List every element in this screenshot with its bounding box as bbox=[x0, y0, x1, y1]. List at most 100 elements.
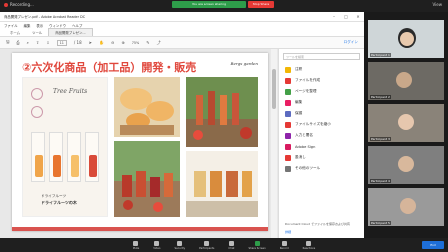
tab-bar: ホーム ツール 商品開発プレゼン... bbox=[0, 28, 364, 37]
video-tile-3[interactable]: Participant 3 bbox=[368, 104, 444, 142]
minimize-icon[interactable]: – bbox=[328, 14, 340, 19]
tool-create-pdf[interactable]: ファイルを作成 bbox=[279, 75, 364, 86]
next-page-icon[interactable]: ⇩ bbox=[46, 40, 49, 45]
tab-tools[interactable]: ツール bbox=[26, 29, 48, 36]
comment-icon[interactable]: ✎ bbox=[146, 40, 149, 45]
reactions-button[interactable]: Reactions bbox=[303, 240, 315, 250]
tool-organize-pages[interactable]: ページを整理 bbox=[279, 86, 364, 97]
screen-share-banner[interactable]: You are screen sharing bbox=[172, 1, 246, 8]
record-button[interactable]: Record bbox=[280, 240, 289, 250]
participants-icon bbox=[204, 240, 210, 246]
scrollbar-thumb[interactable] bbox=[272, 69, 276, 109]
share-screen-button[interactable]: Share Screen bbox=[248, 240, 266, 250]
shield-icon bbox=[177, 240, 183, 246]
tab-home[interactable]: ホーム bbox=[4, 29, 26, 36]
edit-pdf-icon bbox=[285, 99, 291, 106]
participant-name: Participant 2 bbox=[370, 95, 391, 99]
participant-name: Participant 1 bbox=[370, 53, 391, 57]
tool-fill-sign[interactable]: 入力と署名 bbox=[279, 130, 364, 141]
document-viewport[interactable]: ②六次化商品（加工品）開発・販売 Bergs garden Tree Fruit… bbox=[0, 49, 278, 238]
zoom-in-icon[interactable]: ⊕ bbox=[121, 40, 124, 45]
zoom-top-bar: Recording... You are screen sharing Stop… bbox=[0, 0, 448, 12]
brand-logo-2 bbox=[31, 106, 43, 118]
zoom-level-select[interactable]: 75% bbox=[132, 41, 140, 45]
select-tool-icon[interactable]: ➤ bbox=[89, 40, 92, 45]
tool-redact[interactable]: 墨消し bbox=[279, 152, 364, 163]
dried-fruit-illustration bbox=[114, 77, 180, 137]
adobe-sign-icon bbox=[285, 143, 291, 150]
canned-products-photo bbox=[186, 151, 258, 217]
chat-button[interactable]: Chat bbox=[228, 240, 234, 250]
video-tile-1[interactable]: Participant 1 bbox=[368, 20, 444, 58]
record-dot-icon bbox=[4, 3, 8, 7]
zoom-out-icon[interactable]: ⊖ bbox=[111, 40, 114, 45]
fill-sign-icon bbox=[285, 132, 291, 139]
tab-document[interactable]: 商品開発プレゼン... bbox=[48, 28, 93, 36]
participant-name: Participant 5 bbox=[370, 221, 391, 225]
save-icon[interactable]: 🖫 bbox=[6, 39, 9, 46]
participant-face bbox=[398, 156, 414, 172]
prev-page-icon[interactable]: ⇧ bbox=[36, 40, 39, 45]
video-camera-icon bbox=[154, 240, 160, 246]
maximize-icon[interactable]: □ bbox=[340, 14, 352, 19]
sign-in-link[interactable]: ログイン bbox=[344, 40, 358, 45]
package-1 bbox=[31, 132, 45, 182]
product-brand: Tree Fruits bbox=[53, 88, 88, 95]
tool-adobe-sign[interactable]: Adobe Sign bbox=[279, 141, 364, 152]
tool-comment[interactable]: 注釈 bbox=[279, 64, 364, 75]
slide-script-logo: Bergs garden bbox=[230, 61, 258, 66]
chat-icon bbox=[228, 240, 234, 246]
print-icon[interactable]: ⎙ bbox=[16, 40, 19, 45]
video-button[interactable]: Video bbox=[153, 240, 160, 250]
recording-indicator[interactable]: Recording... bbox=[4, 2, 34, 7]
package-4 bbox=[85, 132, 99, 182]
product-line-1: ドライフルーツ bbox=[41, 194, 67, 198]
video-tile-4[interactable]: Participant 4 bbox=[368, 146, 444, 184]
tool-edit[interactable]: 編集 bbox=[279, 97, 364, 108]
menu-view[interactable]: 表示 bbox=[36, 23, 43, 28]
mute-button[interactable]: Mute bbox=[133, 240, 139, 250]
window-title: 商品開発プレゼン.pdf - Adobe Acrobat Reader DC bbox=[4, 15, 86, 19]
stop-share-button[interactable]: Stop Share bbox=[248, 1, 274, 8]
participant-face bbox=[400, 198, 416, 214]
share-icon[interactable]: ⤴ bbox=[157, 40, 161, 46]
tool-protect[interactable]: 保護 bbox=[279, 108, 364, 119]
canned-products-illustration bbox=[186, 151, 258, 217]
zoom-toolbar: Mute Video Security Participants Chat Sh… bbox=[0, 238, 448, 252]
menu-edit[interactable]: 編集 bbox=[24, 23, 31, 28]
view-options-button[interactable]: View bbox=[433, 2, 443, 7]
juice-bottles-photo bbox=[186, 77, 258, 147]
organize-pages-icon bbox=[285, 88, 291, 95]
document-scrollbar[interactable] bbox=[271, 49, 277, 238]
page-number-input[interactable]: 11 bbox=[56, 39, 67, 46]
tool-compress[interactable]: ファイルサイズを縮小 bbox=[279, 119, 364, 130]
hand-tool-icon[interactable]: ✋ bbox=[99, 40, 104, 45]
participant-face bbox=[396, 72, 412, 88]
video-tile-5[interactable]: Participant 5 bbox=[368, 188, 444, 226]
participant-name: Participant 4 bbox=[370, 179, 391, 183]
end-meeting-button[interactable]: End bbox=[422, 241, 444, 249]
video-tile-2[interactable]: Participant 2 bbox=[368, 62, 444, 100]
tool-more[interactable]: その他のツール bbox=[279, 163, 364, 174]
acrobat-toolbar: 🖫 ⎙ ⌕ ⇧ ⇩ 11 / 18 ➤ ✋ ⊖ ⊕ 75% ✎ ⤴ ログイン bbox=[0, 37, 364, 49]
tools-search-input[interactable]: ツールを検索 bbox=[283, 53, 360, 60]
compress-icon bbox=[285, 121, 291, 128]
close-icon[interactable]: ✕ bbox=[352, 14, 364, 19]
window-titlebar: 商品開発プレゼン.pdf - Adobe Acrobat Reader DC –… bbox=[0, 12, 364, 22]
acrobat-window: 商品開発プレゼン.pdf - Adobe Acrobat Reader DC –… bbox=[0, 12, 364, 238]
product-package-image: Tree Fruits ドライフルーツ ドライフルーツの木 bbox=[22, 77, 108, 217]
search-icon[interactable]: ⌕ bbox=[27, 40, 29, 45]
slide-page: ②六次化商品（加工品）開発・販売 Bergs garden Tree Fruit… bbox=[12, 53, 268, 231]
document-cloud-link[interactable]: 詳細 bbox=[285, 230, 291, 234]
slide-footer-bar bbox=[12, 227, 268, 231]
participants-button[interactable]: Participants bbox=[199, 240, 214, 250]
menu-file[interactable]: ファイル bbox=[4, 23, 18, 28]
page-total: / 18 bbox=[73, 40, 82, 45]
video-gallery: Participant 1 Participant 2 Participant … bbox=[364, 12, 448, 238]
security-button[interactable]: Security bbox=[174, 240, 185, 250]
more-tools-icon bbox=[285, 165, 291, 172]
jam-bottles-illustration bbox=[114, 141, 180, 217]
brand-logo bbox=[31, 88, 43, 100]
participant-face bbox=[400, 32, 414, 46]
share-screen-icon bbox=[254, 240, 260, 246]
